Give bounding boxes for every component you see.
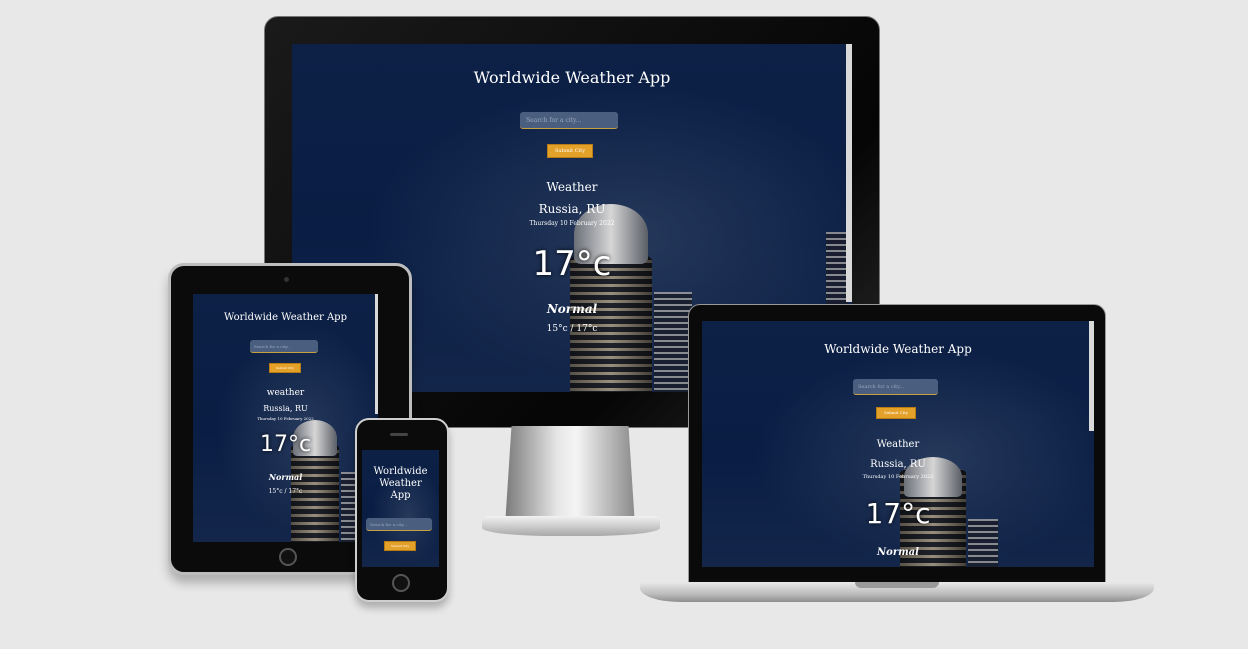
submit-city-button[interactable]: Submit City <box>269 363 301 373</box>
monitor-base <box>482 516 660 536</box>
app-title-line-3: App <box>390 490 411 501</box>
search-input[interactable]: Search for a city... <box>520 112 618 129</box>
condition-text: Normal <box>877 547 919 558</box>
location-text: Russia, RU <box>538 202 606 216</box>
submit-city-button[interactable]: Submit City <box>384 541 416 551</box>
app-title: Worldwide Weather App <box>824 342 972 356</box>
app-title: Worldwide Weather App <box>473 68 671 87</box>
temp-range-text: 15°c / 17°c <box>268 488 303 495</box>
phone-screen: Worldwide Weather App Search for a city.… <box>362 450 439 567</box>
submit-city-button[interactable]: Submit City <box>876 407 916 419</box>
search-input[interactable]: Search for a city... <box>853 379 938 395</box>
location-text: Russia, RU <box>870 459 926 470</box>
condition-text: Normal <box>268 472 303 482</box>
location-text: Russia, RU <box>263 404 308 413</box>
submit-city-button[interactable]: Submit City <box>547 144 593 158</box>
phone-home-button <box>392 574 410 592</box>
tablet-home-button <box>279 548 297 566</box>
tablet-screen: Worldwide Weather App Search for a city.… <box>193 294 378 542</box>
tablet-camera <box>284 277 289 282</box>
weather-heading: weather <box>266 388 305 398</box>
date-text: Thursday 10 February 2022 <box>529 220 615 227</box>
laptop-screen: Worldwide Weather App Search for a city.… <box>702 321 1094 567</box>
app-title-line-2: Weather <box>379 478 422 489</box>
search-input[interactable]: Search for a city... <box>366 518 432 531</box>
search-input[interactable]: Search for a city... <box>250 340 318 353</box>
temperature-text: 17°c <box>865 497 931 530</box>
monitor-stand <box>505 426 635 526</box>
weather-heading: Weather <box>546 180 598 194</box>
app-title-line-1: Worldwide <box>373 466 428 477</box>
app-title: Worldwide Weather App <box>224 312 347 323</box>
date-text: Thursday 10 February 2022 <box>257 416 314 421</box>
date-text: Thursday 10 February 2022 <box>862 474 934 480</box>
phone-speaker <box>390 433 408 436</box>
laptop-notch <box>855 582 939 588</box>
temperature-text: 17°c <box>259 432 312 457</box>
scrollbar[interactable] <box>1089 321 1094 431</box>
weather-heading: Weather <box>876 439 920 450</box>
